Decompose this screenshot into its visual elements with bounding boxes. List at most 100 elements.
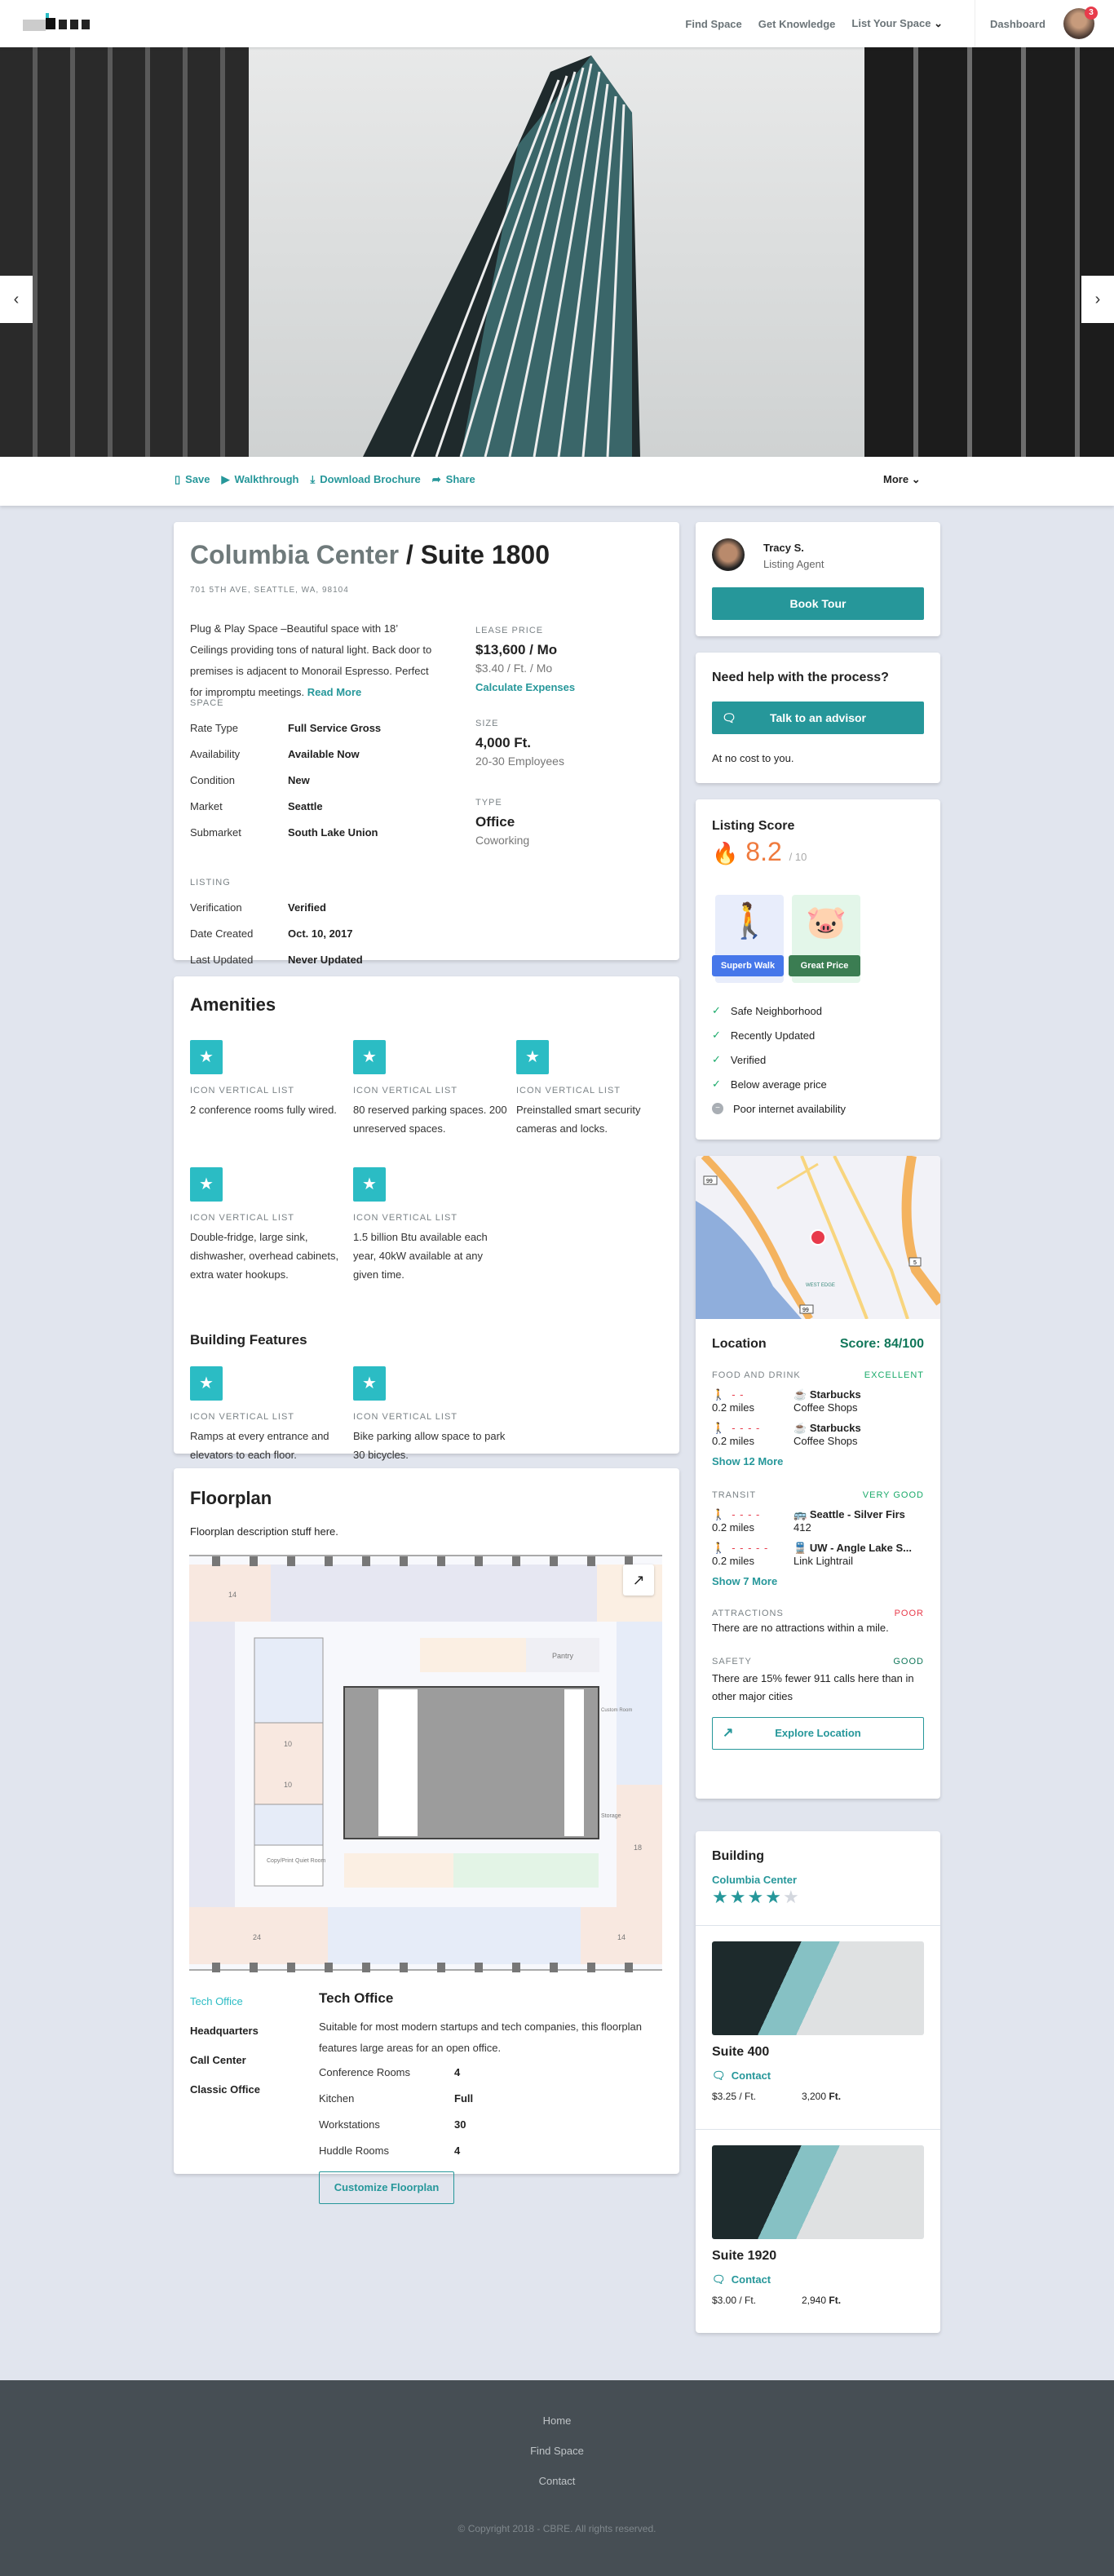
walkthrough-button[interactable]: ▶ Walkthrough	[222, 473, 299, 486]
talk-to-advisor-button[interactable]: 🗨 Talk to an advisor	[712, 702, 924, 734]
agent-name: Tracy S.	[763, 542, 804, 554]
location-score: Score: 84/100	[839, 1337, 924, 1351]
tab-classic-office[interactable]: Classic Office	[190, 2075, 260, 2105]
check-label: Safe Neighborhood	[730, 1004, 822, 1017]
contact-label: Contact	[731, 2273, 771, 2286]
page-title: Columbia Center / Suite 1800	[190, 540, 550, 570]
room-label: Custom Room	[601, 1708, 632, 1713]
feature-label: ICON VERTICAL LIST	[353, 1412, 458, 1422]
amenity-item: ★ ICON VERTICAL LIST 1.5 billion Btu avail…	[353, 1167, 508, 1284]
customize-floorplan-button[interactable]: Customize Floorplan	[319, 2171, 454, 2204]
save-button[interactable]: ▯ Save	[175, 473, 210, 486]
explore-label: Explore Location	[775, 1727, 861, 1739]
star-filled-icon: ★	[765, 1887, 783, 1907]
explore-location-button[interactable]: ↗ Explore Location	[712, 1717, 924, 1750]
amenity-item: ★ ICON VERTICAL LIST 80 reserved parking s…	[353, 1040, 508, 1138]
address: 701 5TH AVE, SEATTLE, WA, 98104	[190, 586, 349, 595]
tab-headquarters[interactable]: Headquarters	[190, 2016, 260, 2046]
star-empty-icon: ★	[782, 1887, 801, 1907]
help-title: Need help with the process?	[712, 671, 889, 684]
nav-list-label: List Your Space	[851, 17, 931, 29]
poi-distance: 0.2 miles	[712, 1435, 755, 1447]
carousel-next-button[interactable]: ›	[1081, 276, 1114, 323]
tab-tech-office[interactable]: Tech Office	[190, 1987, 260, 2016]
star-icon: ★	[353, 1366, 386, 1401]
suite-name: / Suite 1800	[405, 540, 550, 569]
calculate-expenses-link[interactable]: Calculate Expenses	[475, 678, 575, 697]
suite-unit: Ft.	[829, 2091, 842, 2102]
check-item: ✓ Below average price	[712, 1072, 846, 1096]
building-card: Building Columbia Center ★★★★★ Suite 400…	[696, 1831, 940, 2333]
amenity-text: Preinstalled smart security cameras and …	[516, 1104, 641, 1135]
building-rating: ★★★★★	[712, 1887, 801, 1908]
amenity-text: 2 conference rooms fully wired.	[190, 1104, 337, 1116]
minus-circle-icon: −	[712, 1103, 723, 1114]
listing-table: Verification Verified Date Created Oct. 10…	[190, 894, 363, 972]
agent-role: Listing Agent	[763, 558, 824, 570]
score-max: / 10	[789, 851, 807, 863]
tab-call-center[interactable]: Call Center	[190, 2046, 260, 2075]
table-row: Kitchen Full	[319, 2085, 661, 2111]
show-more-food-link[interactable]: Show 12 More	[712, 1455, 924, 1467]
more-dropdown[interactable]: More ⌄	[883, 473, 921, 486]
nav-get-knowledge[interactable]: Get Knowledge	[758, 18, 836, 30]
distance-dashes: - -	[732, 1388, 745, 1401]
nav-find-space[interactable]: Find Space	[685, 18, 741, 30]
footer-link-contact[interactable]: Contact	[0, 2475, 1114, 2487]
row-value: New	[288, 773, 310, 786]
contact-link[interactable]: 🗨 Contact	[712, 2273, 924, 2286]
carousel-prev-button[interactable]: ‹	[0, 276, 33, 323]
download-brochure-button[interactable]: ⤓ Download Brochure	[310, 473, 420, 486]
chat-question-icon: 🗨	[712, 2069, 726, 2082]
map-pin	[810, 1229, 826, 1246]
star-icon: ★	[353, 1040, 386, 1074]
suite-item[interactable]: Suite 1920 🗨 Contact $3.00 / Ft. 2,940 Ft…	[712, 2145, 924, 2306]
check-icon: ✓	[712, 1078, 721, 1090]
agent-avatar	[712, 538, 745, 571]
book-tour-button[interactable]: Book Tour	[712, 587, 924, 620]
star-icon: ★	[353, 1167, 386, 1202]
photo-carousel: ‹ ›	[0, 47, 1114, 457]
read-more-link[interactable]: Read More	[307, 686, 361, 698]
contact-link[interactable]: 🗨 Contact	[712, 2069, 924, 2082]
external-link-icon: ↗	[632, 1572, 645, 1588]
play-icon: ▶	[221, 473, 230, 485]
suite-item[interactable]: Suite 400 🗨 Contact $3.25 / Ft. 3,200 Ft.	[712, 1941, 924, 2102]
row-value: Oct. 10, 2017	[288, 927, 353, 940]
price-per-ft: $3.40 / Ft. / Mo	[475, 662, 553, 675]
room-label: Storage	[601, 1813, 621, 1819]
building-name-link[interactable]: Columbia Center	[712, 1874, 797, 1886]
safety-text: There are 15% fewer 911 calls here than …	[712, 1672, 914, 1702]
expand-floorplan-button[interactable]: ↗	[623, 1565, 654, 1596]
logo[interactable]	[23, 11, 114, 38]
row-key: Conference Rooms	[319, 2065, 410, 2078]
show-more-transit-link[interactable]: Show 7 More	[712, 1575, 924, 1587]
nav-dashboard[interactable]: Dashboard	[990, 18, 1045, 30]
poi-item: 🚶 - -0.2 miles ☕ Starbucks Coffee Shops	[712, 1388, 924, 1414]
share-button[interactable]: ➦ Share	[432, 473, 475, 486]
external-link-icon: ↗	[723, 1726, 734, 1740]
coffee-icon: ☕	[794, 1388, 807, 1401]
great-price-badge: 🐷 Great Price	[789, 895, 860, 983]
bookmark-icon: ▯	[175, 473, 181, 485]
suite-name: Suite 1920	[712, 2249, 777, 2263]
amenity-text: Double-fridge, large sink, dishwasher, o…	[190, 1231, 339, 1281]
check-label: Poor internet availability	[733, 1102, 847, 1115]
safety-label: SAFETY	[712, 1657, 752, 1666]
location-map[interactable]: 99 99 5 WEST EDGE	[696, 1156, 940, 1321]
row-key: Condition	[190, 773, 235, 786]
price-summary: LEASE PRICE $13,600 / Mo $3.40 / Ft. / M…	[475, 622, 575, 850]
room-label: Copy/Print	[267, 1858, 294, 1864]
table-row: Rate Type Full Service Gross	[190, 715, 381, 741]
footer-link-home[interactable]: Home	[0, 2414, 1114, 2427]
floorplan-image[interactable]: 14 10 10 18 24 14 Pantry Copy/Print Quiet Room S…	[189, 1555, 662, 1972]
nav-list-your-space[interactable]: List Your Space ⌄	[851, 17, 943, 30]
badge-label: Superb Walk	[712, 955, 784, 976]
listing-label: LISTING	[190, 878, 231, 887]
floorplan-tabs: Tech Office Headquarters Call Center Cla…	[190, 1987, 260, 2105]
footer-link-find-space[interactable]: Find Space	[0, 2445, 1114, 2457]
room-label: Quiet Room	[295, 1858, 326, 1864]
row-key: Availability	[190, 747, 241, 760]
safety-rating: GOOD	[893, 1657, 924, 1666]
floorplan-description: Floorplan description stuff here.	[190, 1525, 338, 1538]
